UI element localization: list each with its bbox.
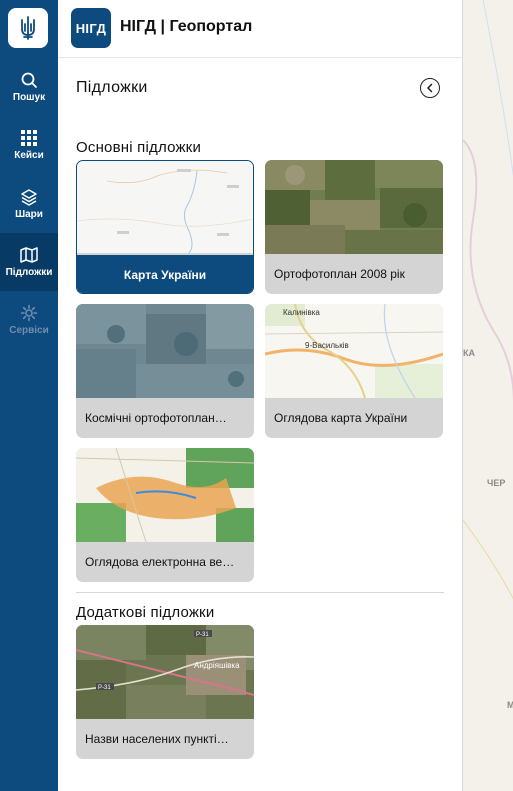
map-label-text: 9-Васильків	[305, 341, 349, 350]
basemap-card-label: Карта України	[77, 255, 253, 293]
app-logo-badge[interactable]: НІГД	[71, 8, 111, 48]
app-header: НІГД НІГД | Геопортал	[58, 0, 462, 58]
map-icon	[20, 247, 38, 263]
rail-item-services[interactable]: Сервіси	[0, 291, 58, 349]
app-title: НІГД | Геопортал	[120, 18, 253, 35]
rail-item-label: Шари	[15, 209, 43, 220]
gear-icon	[20, 304, 38, 322]
rail-item-label: Пошук	[12, 92, 46, 103]
extra-basemaps-heading: Додаткові підложки	[76, 604, 215, 621]
road-label-text: Р-31	[98, 685, 111, 691]
basemap-thumbnail	[77, 161, 253, 253]
basemap-card-label: Ортофотоплан 2008 рік	[274, 267, 405, 281]
rail-item-label: Сервіси	[9, 325, 49, 336]
basemap-thumbnail: Калинівка 9-Васильків	[265, 304, 443, 398]
basemap-card-orthophoto-2008[interactable]: Ортофотоплан 2008 рік	[265, 160, 443, 294]
basemap-card-label: Космічні ортофотоплан…	[85, 411, 227, 425]
map-label-text: Андріяшівка	[194, 661, 240, 670]
rail-item-search[interactable]: Пошук	[0, 58, 58, 116]
basemap-thumbnail	[76, 304, 254, 398]
rail-item-label: Підложки	[5, 267, 53, 278]
basemap-card-label: Оглядова електронна ве…	[85, 555, 235, 569]
side-rail: Пошук Кейси Шари Підложки Сервіси	[0, 0, 58, 791]
chevron-left-icon	[426, 83, 433, 93]
map-place-label: КА	[463, 348, 475, 358]
basemap-card-overview-electronic[interactable]: Оглядова електронна ве…	[76, 448, 254, 582]
basemap-card-satellite[interactable]: Космічні ортофотоплан…	[76, 304, 254, 438]
basemap-card-settlement-names[interactable]: Р-31 Р-31 Андріяшівка Назви населених пу…	[76, 625, 254, 759]
rail-item-label: Кейси	[14, 150, 44, 161]
layers-icon	[21, 189, 37, 206]
search-icon	[21, 72, 37, 88]
rail-item-basemaps[interactable]: Підложки	[0, 233, 58, 291]
rail-item-cases[interactable]: Кейси	[0, 116, 58, 174]
map-place-label: ЧЕР	[487, 478, 506, 488]
map-canvas[interactable]: КА ЧЕР М	[462, 0, 513, 791]
collapse-panel-button[interactable]	[420, 78, 440, 98]
main-basemaps-heading: Основні підложки	[76, 139, 202, 156]
map-place-label: М	[507, 700, 513, 710]
trident-logo-icon[interactable]	[8, 8, 48, 48]
basemap-card-label: Оглядова карта України	[274, 411, 408, 425]
basemaps-panel: НІГД НІГД | Геопортал Підложки Основні п…	[58, 0, 462, 791]
map-label-text: Калинівка	[283, 308, 320, 317]
section-divider	[76, 592, 444, 593]
basemap-thumbnail	[76, 448, 254, 542]
basemap-thumbnail: Р-31 Р-31 Андріяшівка	[76, 625, 254, 719]
basemap-thumbnail	[265, 160, 443, 254]
basemap-card-label: Назви населених пункті…	[85, 732, 229, 746]
rail-item-layers[interactable]: Шари	[0, 175, 58, 233]
grid-icon	[21, 130, 37, 146]
basemap-card-overview-map[interactable]: Калинівка 9-Васильків Оглядова карта Укр…	[265, 304, 443, 438]
basemap-card-ukraine-map[interactable]: Карта України	[76, 160, 254, 294]
road-label-text: Р-31	[196, 632, 209, 638]
panel-title: Підложки	[76, 79, 148, 96]
